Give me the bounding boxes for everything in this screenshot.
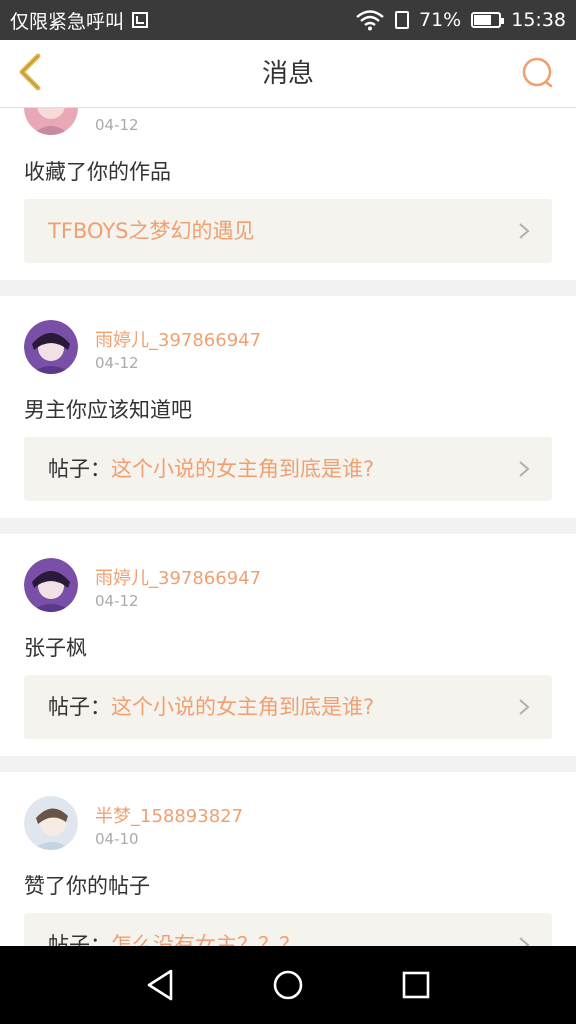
- username[interactable]: 半梦_158893827: [95, 802, 243, 828]
- chevron-right-icon: [519, 699, 530, 715]
- message-date: 04-12: [95, 592, 139, 610]
- message-card: 半梦_158893827 04-10 赞了你的帖子 帖子：怎么没有女主？？？: [0, 772, 576, 946]
- reference-title: 怎么没有女主？？？: [111, 933, 300, 946]
- screenshot-notification-icon: [132, 12, 149, 28]
- message-text: 男主你应该知道吧: [24, 398, 192, 422]
- status-left: 仅限紧急呼叫: [10, 7, 149, 34]
- status-bar: 仅限紧急呼叫 71% 15:38: [0, 0, 576, 40]
- battery-icon: [471, 12, 505, 28]
- wifi-icon: [356, 10, 384, 31]
- app-header: 消息: [0, 40, 576, 108]
- page-title: 消息: [261, 59, 314, 89]
- battery-percent: 71%: [419, 9, 462, 31]
- reference-prefix: 帖子：: [48, 695, 111, 719]
- avatar[interactable]: [24, 108, 78, 135]
- reference-prefix: 帖子：: [48, 457, 111, 481]
- battery-fill: [474, 15, 492, 25]
- reference-title: TFBOYS之梦幻的遇见: [48, 219, 255, 243]
- sim-card-icon: [395, 11, 409, 29]
- triangle-back-icon[interactable]: [141, 965, 181, 1005]
- clock: 15:38: [511, 9, 566, 31]
- reference-link[interactable]: TFBOYS之梦幻的遇见: [24, 199, 552, 263]
- message-card: 04-12 收藏了你的作品 TFBOYS之梦幻的遇见: [0, 108, 576, 280]
- reference-text: 帖子：这个小说的女主角到底是谁?: [48, 437, 374, 501]
- avatar[interactable]: [24, 320, 78, 374]
- username[interactable]: 雨婷儿_397866947: [95, 564, 261, 590]
- avatar[interactable]: [24, 558, 78, 612]
- reference-link[interactable]: 帖子：这个小说的女主角到底是谁?: [24, 675, 552, 739]
- reference-text: 帖子：怎么没有女主？？？: [48, 913, 300, 946]
- reference-text: TFBOYS之梦幻的遇见: [48, 199, 254, 263]
- search-icon[interactable]: [518, 54, 558, 94]
- status-right: 71% 15:38: [355, 9, 566, 31]
- chevron-right-icon: [519, 461, 530, 477]
- message-date: 04-10: [95, 830, 139, 848]
- message-text: 收藏了你的作品: [24, 160, 171, 184]
- reference-text: 帖子：这个小说的女主角到底是谁?: [48, 675, 374, 739]
- carrier-text: 仅限紧急呼叫: [10, 10, 125, 33]
- message-text: 赞了你的帖子: [24, 874, 150, 898]
- reference-title: 这个小说的女主角到底是谁?: [111, 695, 375, 719]
- avatar[interactable]: [24, 796, 78, 850]
- username[interactable]: 雨婷儿_397866947: [95, 326, 261, 352]
- chevron-right-icon: [519, 223, 530, 239]
- reference-link[interactable]: 帖子：怎么没有女主？？？: [24, 913, 552, 946]
- message-card: 雨婷儿_397866947 04-12 男主你应该知道吧 帖子：这个小说的女主角…: [0, 296, 576, 518]
- chevron-right-icon: [519, 937, 530, 946]
- circle-home-icon[interactable]: [268, 965, 308, 1005]
- reference-prefix: 帖子：: [48, 933, 111, 946]
- message-text: 张子枫: [24, 636, 87, 660]
- message-card: 雨婷儿_397866947 04-12 张子枫 帖子：这个小说的女主角到底是谁?: [0, 534, 576, 756]
- square-recent-icon[interactable]: [396, 965, 436, 1005]
- system-nav-bar: [0, 946, 576, 1024]
- message-feed[interactable]: 04-12 收藏了你的作品 TFBOYS之梦幻的遇见 雨婷儿_397866947…: [0, 108, 576, 946]
- message-date: 04-12: [95, 116, 139, 134]
- message-date: 04-12: [95, 354, 139, 372]
- reference-link[interactable]: 帖子：这个小说的女主角到底是谁?: [24, 437, 552, 501]
- reference-title: 这个小说的女主角到底是谁?: [111, 457, 375, 481]
